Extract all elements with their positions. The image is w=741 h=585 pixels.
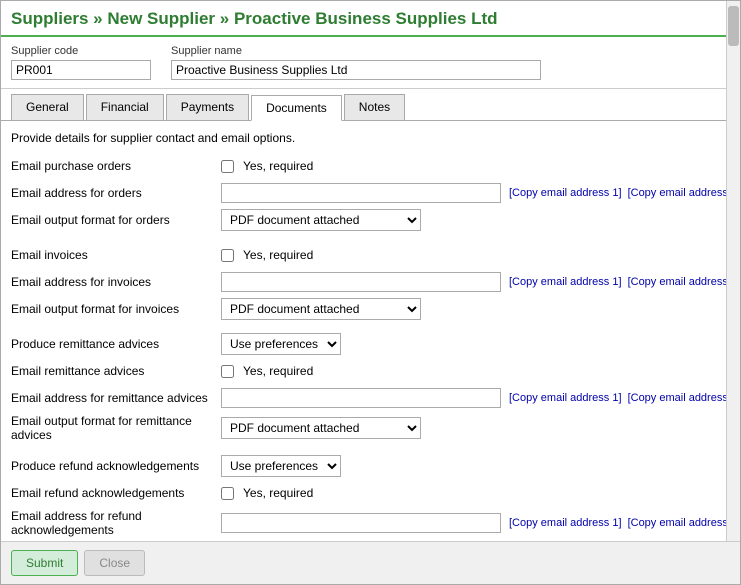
supplier-name-input[interactable]	[171, 60, 541, 80]
copy-links-invoices: [Copy email address 1] [Copy email addre…	[506, 276, 740, 288]
select-produce-refund[interactable]: Use preferences Yes No	[221, 455, 341, 477]
label-email-refund: Email refund acknowledgements	[11, 486, 221, 500]
row-format-orders: Email output format for orders PDF docum…	[11, 209, 730, 231]
yes-required-invoices: Yes, required	[243, 248, 313, 262]
copy-email2-orders[interactable]: [Copy email address 2]	[628, 187, 740, 199]
label-format-orders: Email output format for orders	[11, 213, 221, 227]
copy-links-remittance: [Copy email address 1] [Copy email addre…	[506, 392, 740, 404]
input-address-invoices[interactable]	[221, 272, 501, 292]
label-produce-refund: Produce refund acknowledgements	[11, 459, 221, 473]
row-email-remittance: Email remittance advices Yes, required	[11, 360, 730, 382]
row-address-remittance: Email address for remittance advices [Co…	[11, 387, 730, 409]
supplier-name-label: Supplier name	[171, 45, 541, 57]
tabs-bar: General Financial Payments Documents Not…	[1, 89, 740, 121]
breadcrumb-bar: Suppliers » New Supplier » Proactive Bus…	[1, 1, 740, 37]
page-wrapper: Suppliers » New Supplier » Proactive Bus…	[0, 0, 741, 585]
control-address-remittance: [Copy email address 1] [Copy email addre…	[221, 388, 740, 408]
checkbox-email-remittance[interactable]	[221, 365, 234, 378]
label-email-purchase-orders: Email purchase orders	[11, 159, 221, 173]
label-address-orders: Email address for orders	[11, 186, 221, 200]
control-produce-refund: Use preferences Yes No	[221, 455, 730, 477]
footer-bar: Submit Close	[1, 541, 740, 584]
control-produce-remittance: Use preferences Yes No	[221, 333, 730, 355]
supplier-fields: Supplier code Supplier name	[1, 37, 740, 89]
control-email-refund: Yes, required	[221, 486, 730, 500]
copy-email2-invoices[interactable]: [Copy email address 2]	[628, 276, 740, 288]
control-format-invoices: PDF document attached PDF document inlin…	[221, 298, 730, 320]
row-email-invoices: Email invoices Yes, required	[11, 244, 730, 266]
label-email-invoices: Email invoices	[11, 248, 221, 262]
yes-required-refund: Yes, required	[243, 486, 313, 500]
input-address-remittance[interactable]	[221, 388, 501, 408]
supplier-code-label: Supplier code	[11, 45, 151, 57]
row-format-remittance: Email output format for remittance advic…	[11, 414, 730, 442]
control-address-orders: [Copy email address 1] [Copy email addre…	[221, 183, 740, 203]
row-email-purchase-orders: Email purchase orders Yes, required	[11, 155, 730, 177]
row-produce-refund: Produce refund acknowledgements Use pref…	[11, 455, 730, 477]
tab-documents[interactable]: Documents	[251, 95, 342, 121]
tab-notes[interactable]: Notes	[344, 94, 405, 120]
control-email-remittance: Yes, required	[221, 364, 730, 378]
content-area: Provide details for supplier contact and…	[1, 121, 740, 541]
close-button[interactable]: Close	[84, 550, 145, 576]
copy-links-orders: [Copy email address 1] [Copy email addre…	[506, 187, 740, 199]
copy-email1-orders[interactable]: [Copy email address 1]	[509, 187, 622, 199]
control-address-refund: [Copy email address 1] [Copy email addre…	[221, 513, 740, 533]
supplier-code-group: Supplier code	[11, 45, 151, 80]
tab-financial[interactable]: Financial	[86, 94, 164, 120]
checkbox-email-invoices[interactable]	[221, 249, 234, 262]
copy-email1-remittance[interactable]: [Copy email address 1]	[509, 392, 622, 404]
section-description: Provide details for supplier contact and…	[11, 131, 730, 145]
input-address-refund[interactable]	[221, 513, 501, 533]
copy-email2-remittance[interactable]: [Copy email address 2]	[628, 392, 740, 404]
scrollbar[interactable]	[726, 1, 740, 584]
checkbox-email-purchase-orders[interactable]	[221, 160, 234, 173]
tab-payments[interactable]: Payments	[166, 94, 249, 120]
scrollbar-thumb[interactable]	[728, 6, 739, 46]
label-format-remittance: Email output format for remittance advic…	[11, 414, 221, 442]
select-format-remittance[interactable]: PDF document attached PDF document inlin…	[221, 417, 421, 439]
row-address-invoices: Email address for invoices [Copy email a…	[11, 271, 730, 293]
checkbox-email-refund[interactable]	[221, 487, 234, 500]
copy-email1-invoices[interactable]: [Copy email address 1]	[509, 276, 622, 288]
label-produce-remittance: Produce remittance advices	[11, 337, 221, 351]
row-produce-remittance: Produce remittance advices Use preferenc…	[11, 333, 730, 355]
row-address-orders: Email address for orders [Copy email add…	[11, 182, 730, 204]
row-address-refund: Email address for refund acknowledgement…	[11, 509, 730, 537]
copy-email1-refund[interactable]: [Copy email address 1]	[509, 517, 622, 529]
input-address-orders[interactable]	[221, 183, 501, 203]
control-email-purchase-orders: Yes, required	[221, 159, 730, 173]
select-produce-remittance[interactable]: Use preferences Yes No	[221, 333, 341, 355]
supplier-name-group: Supplier name	[171, 45, 541, 80]
supplier-code-input[interactable]	[11, 60, 151, 80]
label-format-invoices: Email output format for invoices	[11, 302, 221, 316]
control-format-orders: PDF document attached PDF document inlin…	[221, 209, 730, 231]
row-format-invoices: Email output format for invoices PDF doc…	[11, 298, 730, 320]
copy-links-refund: [Copy email address 1] [Copy email addre…	[506, 517, 740, 529]
control-email-invoices: Yes, required	[221, 248, 730, 262]
submit-button[interactable]: Submit	[11, 550, 78, 576]
tab-general[interactable]: General	[11, 94, 84, 120]
yes-required-purchase: Yes, required	[243, 159, 313, 173]
copy-email2-refund[interactable]: [Copy email address 2]	[628, 517, 740, 529]
breadcrumb: Suppliers » New Supplier » Proactive Bus…	[11, 9, 730, 29]
label-address-remittance: Email address for remittance advices	[11, 391, 221, 405]
label-email-remittance: Email remittance advices	[11, 364, 221, 378]
select-format-orders[interactable]: PDF document attached PDF document inlin…	[221, 209, 421, 231]
yes-required-remittance: Yes, required	[243, 364, 313, 378]
control-address-invoices: [Copy email address 1] [Copy email addre…	[221, 272, 740, 292]
label-address-refund: Email address for refund acknowledgement…	[11, 509, 221, 537]
row-email-refund: Email refund acknowledgements Yes, requi…	[11, 482, 730, 504]
select-format-invoices[interactable]: PDF document attached PDF document inlin…	[221, 298, 421, 320]
label-address-invoices: Email address for invoices	[11, 275, 221, 289]
control-format-remittance: PDF document attached PDF document inlin…	[221, 417, 730, 439]
